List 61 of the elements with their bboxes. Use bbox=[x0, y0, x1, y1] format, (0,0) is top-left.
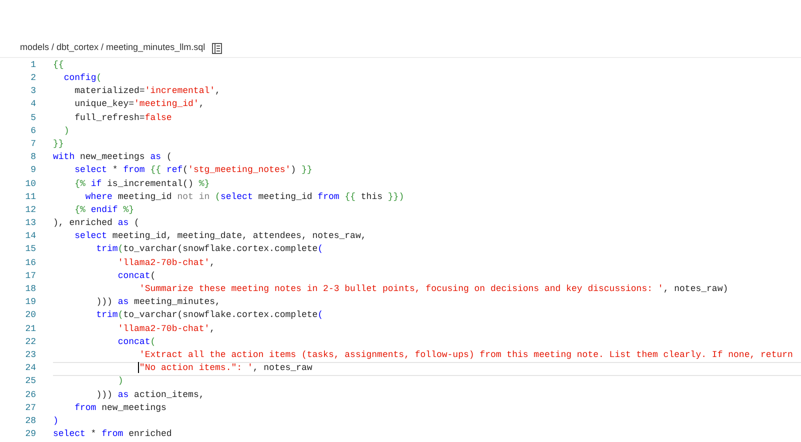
notes-icon bbox=[212, 42, 222, 54]
code-line: }} bbox=[53, 138, 64, 151]
code-line: config( bbox=[62, 72, 102, 86]
line-number: 9 bbox=[30, 164, 37, 178]
line-number: 23 bbox=[24, 348, 37, 362]
line-number: 14 bbox=[24, 230, 37, 244]
code-line: "No action items.": ', notes_raw bbox=[137, 362, 312, 376]
line-number: 3 bbox=[30, 85, 37, 98]
file-breadcrumb: models / dbt_cortex / meeting_minutes_llm.sql bbox=[20, 40, 206, 54]
line-number: 1 bbox=[30, 58, 37, 72]
code-line: 'llama2-70b-chat', bbox=[116, 322, 216, 336]
code-line: select * from enriched bbox=[53, 428, 172, 442]
line-number: 11 bbox=[24, 190, 37, 204]
code-line: full_refresh=false bbox=[74, 112, 172, 125]
text-cursor bbox=[138, 362, 140, 374]
line-number: 12 bbox=[24, 204, 37, 217]
line-number: 24 bbox=[24, 362, 37, 376]
code-line: {{ bbox=[53, 58, 64, 72]
code-line: select * from {{ ref('stg_meeting_notes') }} bbox=[74, 164, 312, 178]
code-line: ) bbox=[53, 414, 58, 428]
code-line: concat( bbox=[116, 336, 156, 349]
code-line: {% endif %} bbox=[74, 204, 134, 217]
code-line: from new_meetings bbox=[74, 402, 166, 415]
line-number: 16 bbox=[24, 256, 37, 270]
line-number: 2 bbox=[30, 72, 37, 86]
code-line: where meeting_id not in (select meeting_id from {{ this }}) bbox=[84, 190, 404, 204]
code-line: 'Extract all the action items (tasks, assignments, follow-ups) from this meeting note. List them clearly. If none, return bbox=[138, 348, 793, 362]
code-line: {% if is_incremental() %} bbox=[74, 178, 210, 191]
line-number: 26 bbox=[24, 388, 37, 402]
line-number: 27 bbox=[24, 402, 37, 415]
code-line: concat( bbox=[116, 270, 156, 283]
code-line: trim(to_varchar(snowflake.cortex.complete( bbox=[95, 243, 324, 256]
code-line: with new_meetings as ( bbox=[53, 151, 172, 164]
line-number: 17 bbox=[24, 270, 37, 283]
line-number: 8 bbox=[30, 151, 37, 164]
code-line: select meeting_id, meeting_date, attendees, notes_raw, bbox=[74, 230, 366, 244]
line-number: 6 bbox=[30, 124, 37, 138]
line-number: 28 bbox=[24, 414, 37, 428]
line-number: 20 bbox=[24, 309, 37, 322]
code-line: ))) as action_items, bbox=[95, 388, 204, 402]
code-line: 'llama2-70b-chat', bbox=[116, 256, 216, 270]
line-number: 15 bbox=[24, 243, 37, 256]
code-line: ))) as meeting_minutes, bbox=[95, 296, 220, 310]
line-number: 21 bbox=[24, 322, 37, 336]
code-line: ) bbox=[62, 124, 70, 138]
line-number: 22 bbox=[24, 336, 37, 349]
line-number: 4 bbox=[30, 98, 37, 112]
code-line: materialized='incremental', bbox=[74, 85, 220, 98]
line-number: 7 bbox=[30, 138, 37, 151]
line-number: 29 bbox=[24, 428, 37, 442]
code-line: ), enriched as ( bbox=[53, 217, 140, 230]
line-number: 13 bbox=[24, 217, 37, 230]
code-line: 'Summarize these meeting notes in 2-3 bullet points, focusing on decisions and key discussions: ', notes_raw) bbox=[138, 283, 728, 296]
code-line: ) bbox=[116, 375, 124, 388]
line-number: 18 bbox=[24, 283, 37, 296]
line-number: 19 bbox=[24, 296, 37, 310]
code-line: unique_key='meeting_id', bbox=[74, 98, 204, 112]
line-number: 25 bbox=[24, 375, 37, 388]
line-number: 10 bbox=[24, 178, 37, 191]
code-line: trim(to_varchar(snowflake.cortex.complete( bbox=[95, 309, 324, 322]
line-number: 5 bbox=[30, 112, 37, 125]
